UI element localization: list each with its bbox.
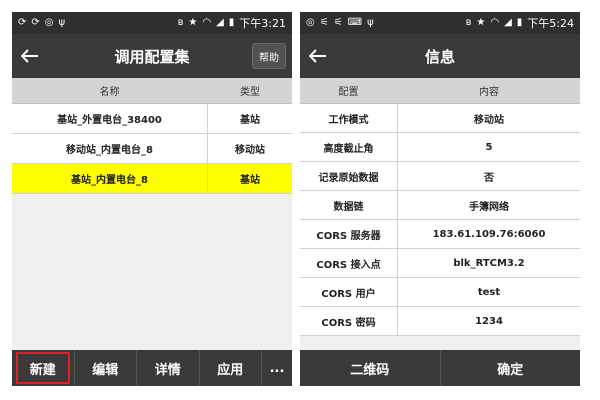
status-bar: ◎ ⚟ ⚟ ⌨ ψ ʙ ★ ◠ ◢ ▮ 下午5:24 [300, 12, 580, 34]
wifi-icon: ◠ [490, 17, 500, 28]
row-type: 移动站 [235, 145, 265, 156]
info-key: CORS 接入点 [300, 249, 398, 277]
info-row: CORS 接入点 blk_RTCM3.2 [300, 249, 580, 278]
row-name: 基站_外置电台_38400 [12, 104, 208, 133]
row-name: 移动站_内置电台_8 [12, 134, 208, 163]
info-row: 数据链 手簿网络 [300, 191, 580, 220]
arrow-left-icon[interactable] [12, 34, 48, 78]
info-row: CORS 服务器 183.61.109.76:6060 [300, 220, 580, 249]
info-value: 5 [485, 141, 493, 153]
wifi-icon: ◠ [202, 17, 212, 28]
row-type: 基站 [240, 115, 260, 126]
new-button[interactable]: 新建 [12, 350, 75, 386]
more-button[interactable]: ... [262, 350, 292, 386]
gps-icon: ◎ [306, 17, 315, 28]
status-time: 下午5:24 [527, 17, 574, 30]
signal-icon: ◢ [216, 17, 224, 28]
sync-icon: ⟳ [18, 17, 27, 28]
table-row[interactable]: 移动站_内置电台_8 移动站 [12, 134, 292, 164]
usb-icon: ψ [58, 17, 66, 28]
battery-icon: ▮ [516, 17, 523, 28]
table-row-selected[interactable]: 基站_内置电台_8 基站 [12, 164, 292, 194]
page-title: 信息 [424, 47, 455, 66]
info-value: 1234 [475, 315, 503, 327]
column-header-content: 内容 [479, 87, 499, 98]
info-key: CORS 用户 [300, 278, 398, 306]
info-key: 高度截止角 [300, 133, 398, 161]
info-row: CORS 用户 test [300, 278, 580, 307]
info-value: 移动站 [474, 114, 504, 126]
column-header-type: 类型 [240, 87, 260, 98]
info-key: CORS 密码 [300, 307, 398, 335]
info-row: 记录原始数据 否 [300, 162, 580, 191]
bluetooth-icon: ʙ [177, 17, 184, 28]
app-bar: 信息 [300, 34, 580, 78]
info-key: 记录原始数据 [300, 162, 398, 190]
table-header: 配置 内容 [300, 78, 580, 104]
row-name: 基站_内置电台_8 [12, 164, 208, 193]
status-bar: ⟳ ⟳ ◎ ψ ʙ ★ ◠ ◢ ▮ 下午3:21 [12, 12, 292, 34]
satellite-icon: ⚟ [319, 17, 329, 28]
info-row: 工作模式 移动站 [300, 104, 580, 133]
star-icon: ★ [476, 17, 486, 28]
bottom-toolbar: 二维码 确定 [300, 350, 580, 386]
column-header-name: 名称 [12, 78, 208, 103]
info-screen: ◎ ⚟ ⚟ ⌨ ψ ʙ ★ ◠ ◢ ▮ 下午5:24 信息 配置 内容 工作模式… [300, 12, 580, 386]
sync-icon: ⟳ [31, 17, 40, 28]
satellite-icon: ⚟ [333, 17, 343, 28]
table-header: 名称 类型 [12, 78, 292, 104]
help-button[interactable]: 帮助 [252, 43, 286, 69]
info-value: 否 [484, 172, 494, 184]
config-set-screen: ⟳ ⟳ ◎ ψ ʙ ★ ◠ ◢ ▮ 下午3:21 调用配置集 帮助 名称 类型 … [12, 12, 292, 386]
star-icon: ★ [188, 17, 198, 28]
details-button[interactable]: 详情 [137, 350, 200, 386]
gps-icon: ◎ [44, 17, 54, 28]
battery-icon: ▮ [228, 17, 235, 28]
apply-button[interactable]: 应用 [200, 350, 262, 386]
arrow-left-icon[interactable] [300, 34, 336, 78]
info-value: 手簿网络 [469, 201, 509, 213]
usb-icon: ψ [367, 17, 374, 28]
row-type: 基站 [240, 175, 260, 186]
status-time: 下午3:21 [239, 17, 286, 30]
info-value: 183.61.109.76:6060 [432, 228, 546, 240]
info-row: 高度截止角 5 [300, 133, 580, 162]
info-key: 数据链 [300, 191, 398, 219]
bluetooth-icon: ʙ [465, 17, 472, 28]
info-key: CORS 服务器 [300, 220, 398, 248]
qr-code-button[interactable]: 二维码 [300, 350, 441, 386]
table-row[interactable]: 基站_外置电台_38400 基站 [12, 104, 292, 134]
column-header-config: 配置 [300, 78, 398, 103]
page-title: 调用配置集 [114, 47, 190, 66]
info-value: test [477, 286, 501, 298]
keyboard-icon: ⌨ [347, 17, 363, 28]
edit-button[interactable]: 编辑 [75, 350, 137, 386]
signal-icon: ◢ [504, 17, 512, 28]
bottom-toolbar: 新建 编辑 详情 应用 ... [12, 350, 292, 386]
app-bar: 调用配置集 帮助 [12, 34, 292, 78]
info-row: CORS 密码 1234 [300, 307, 580, 336]
info-value: blk_RTCM3.2 [453, 257, 525, 269]
confirm-button[interactable]: 确定 [441, 350, 581, 386]
info-key: 工作模式 [300, 104, 398, 132]
